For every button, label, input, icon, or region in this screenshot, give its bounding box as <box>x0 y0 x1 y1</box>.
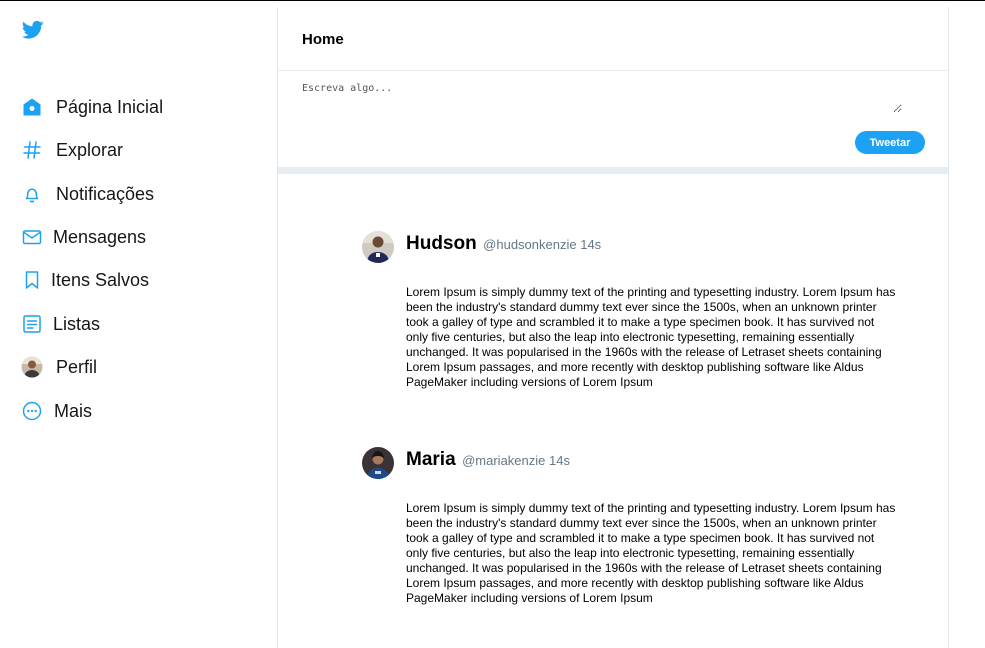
avatar[interactable] <box>362 231 394 263</box>
tweet-handle-time: @mariakenzie 14s <box>462 453 570 468</box>
tweet-button[interactable]: Tweetar <box>855 131 925 154</box>
tweet: Maria @mariakenzie 14s Lorem Ipsum is si… <box>362 447 902 617</box>
tweet-text: Lorem Ipsum is simply dummy text of the … <box>406 501 896 605</box>
feed-header: Home <box>278 7 948 71</box>
compose-box: Tweetar <box>278 71 948 167</box>
tweet-handle-time: @hudsonkenzie 14s <box>483 237 602 252</box>
sidebar-item-lists[interactable]: Listas <box>21 310 100 338</box>
mail-icon <box>21 226 43 248</box>
hashtag-icon <box>21 139 43 161</box>
sidebar-item-messages[interactable]: Mensagens <box>21 223 146 251</box>
sidebar-item-label: Listas <box>53 313 101 334</box>
tweet-text: Lorem Ipsum is simply dummy text of the … <box>406 285 896 389</box>
sidebar-item-explore[interactable]: Explorar <box>21 136 123 164</box>
tweet: Hudson @hudsonkenzie 14s Lorem Ipsum is … <box>362 231 902 401</box>
page-title: Home <box>302 31 344 48</box>
main-feed: Home Tweetar Hudson @hudsonkenzie 14s Lo… <box>278 7 948 648</box>
sidebar-item-profile[interactable]: Perfil <box>21 353 97 381</box>
sidebar-item-bookmarks[interactable]: Itens Salvos <box>21 266 149 294</box>
sidebar: Página Inicial Explorar Notificações Men… <box>0 1 277 648</box>
home-icon <box>21 96 43 118</box>
compose-input[interactable] <box>302 83 902 113</box>
bookmark-icon <box>21 269 43 291</box>
tweet-author-name[interactable]: Hudson <box>406 233 477 254</box>
avatar[interactable] <box>362 447 394 479</box>
sidebar-item-label: Itens Salvos <box>51 269 150 290</box>
tweet-header: Hudson @hudsonkenzie 14s <box>406 233 601 255</box>
column-divider-right <box>948 7 949 648</box>
bell-icon <box>21 183 43 205</box>
sidebar-item-label: Notificações <box>56 183 155 204</box>
twitter-bird-icon[interactable] <box>21 20 44 40</box>
sidebar-item-label: Explorar <box>56 139 124 160</box>
profile-avatar-icon <box>21 356 43 378</box>
feed-separator <box>278 167 948 174</box>
more-icon <box>21 400 43 422</box>
sidebar-item-label: Perfil <box>56 356 98 377</box>
sidebar-item-more[interactable]: Mais <box>21 397 92 425</box>
sidebar-item-notifications[interactable]: Notificações <box>21 180 154 208</box>
sidebar-item-label: Página Inicial <box>56 96 164 117</box>
sidebar-item-label: Mais <box>54 400 93 421</box>
sidebar-item-label: Mensagens <box>53 226 147 247</box>
sidebar-item-home[interactable]: Página Inicial <box>21 93 163 121</box>
tweet-author-name[interactable]: Maria <box>406 449 456 470</box>
list-icon <box>21 313 43 335</box>
tweet-header: Maria @mariakenzie 14s <box>406 449 570 471</box>
